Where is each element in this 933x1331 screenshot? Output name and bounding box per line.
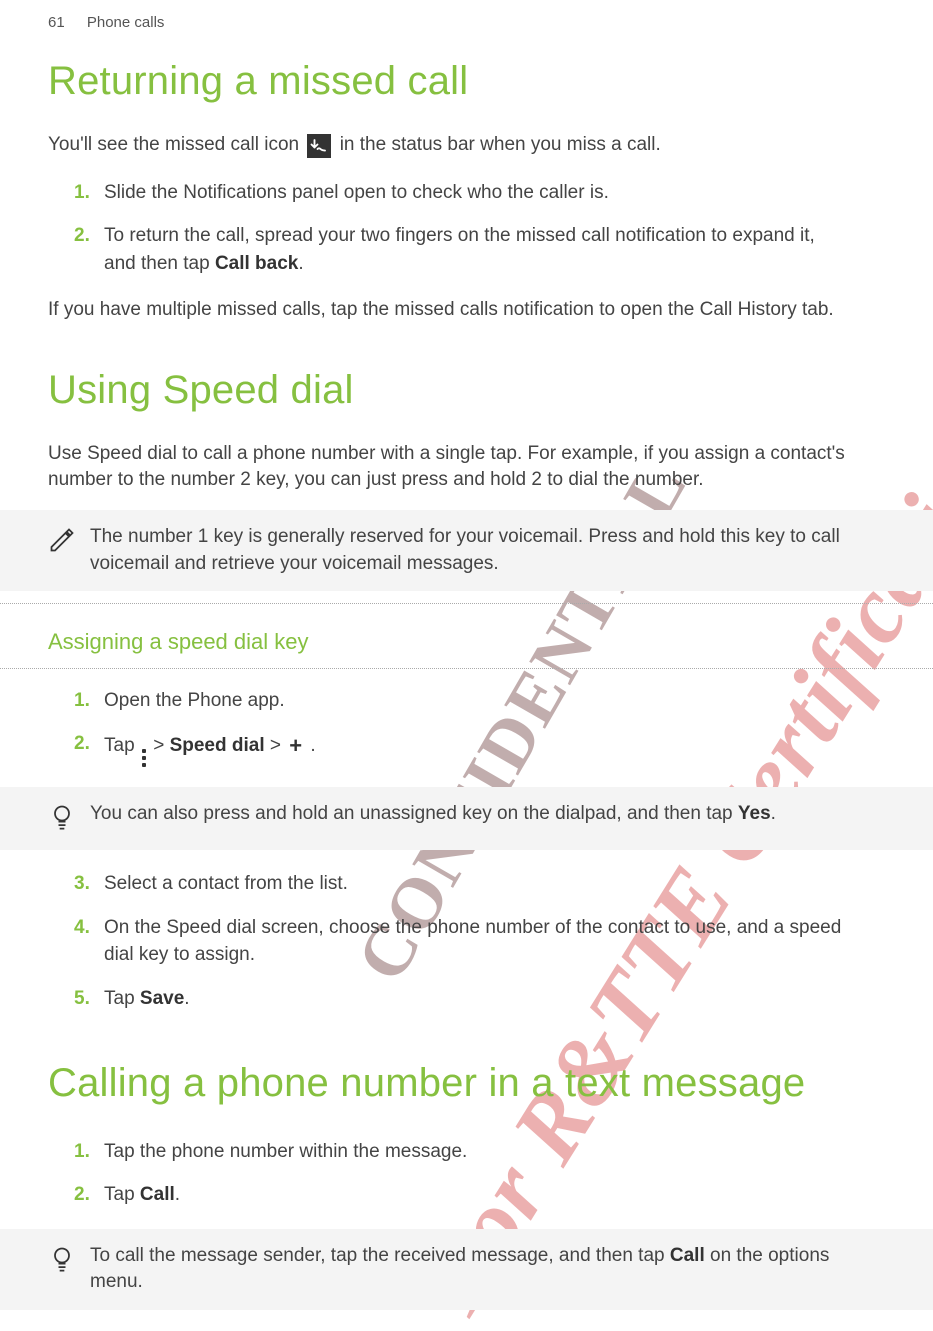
overflow-menu-icon [142, 749, 146, 767]
text-bold: Call [670, 1245, 705, 1266]
text: > [153, 735, 169, 756]
pencil-icon [48, 526, 76, 559]
text: Tap [104, 735, 140, 756]
subhead-assigning-speed-dial: Assigning a speed dial key [0, 603, 933, 669]
step-number: 1. [74, 1138, 104, 1166]
text: To return the call, spread your two fing… [104, 225, 815, 274]
missed-call-outro: If you have multiple missed calls, tap t… [0, 289, 933, 332]
tip-text: You can also press and hold an unassigne… [90, 801, 796, 828]
text-bold: Call back [215, 253, 298, 274]
step-number: 2. [74, 1181, 104, 1209]
note-text: The number 1 key is generally reserved f… [90, 524, 885, 577]
heading-speed-dial: Using Speed dial [0, 332, 933, 433]
speed-dial-steps-b: 3.Select a contact from the list. 4.On t… [0, 858, 933, 1024]
text: Tap [104, 1184, 140, 1205]
text-bold: Speed dial [170, 735, 265, 756]
step-number: 4. [74, 914, 104, 969]
text-bold: Save [140, 988, 184, 1009]
step-number: 2. [74, 730, 104, 767]
list-item: 1.Slide the Notifications panel open to … [0, 171, 885, 215]
step-number: 1. [74, 687, 104, 715]
list-item: 2.To return the call, spread your two fi… [0, 214, 885, 285]
tip-text: To call the message sender, tap the rece… [90, 1243, 885, 1296]
tip-call-sender: To call the message sender, tap the rece… [0, 1229, 933, 1310]
list-item: 4.On the Speed dial screen, choose the p… [0, 906, 885, 977]
text: in the status bar when you miss a call. [340, 134, 661, 155]
step-text: Tap > Speed dial > + . [104, 730, 885, 767]
step-number: 2. [74, 222, 104, 277]
text: You can also press and hold an unassigne… [90, 803, 738, 824]
page-header: 61 Phone calls [0, 0, 933, 39]
heading-call-from-text: Calling a phone number in a text message [0, 1025, 933, 1126]
text: > [270, 735, 286, 756]
text: To call the message sender, tap the rece… [90, 1245, 670, 1266]
plus-icon: + [289, 730, 302, 762]
missed-call-steps: 1.Slide the Notifications panel open to … [0, 167, 933, 290]
step-number: 3. [74, 870, 104, 898]
list-item: 3.Select a contact from the list. [0, 862, 885, 906]
step-text: Slide the Notifications panel open to ch… [104, 179, 885, 207]
step-text: Tap the phone number within the message. [104, 1138, 885, 1166]
list-item: 2.Tap Call. [0, 1173, 885, 1217]
step-number: 1. [74, 179, 104, 207]
step-text: To return the call, spread your two fing… [104, 222, 885, 277]
text-bold: Call [140, 1184, 175, 1205]
lightbulb-icon [48, 1245, 76, 1278]
step-text: On the Speed dial screen, choose the pho… [104, 914, 885, 969]
heading-returning-missed-call: Returning a missed call [0, 39, 933, 124]
step-text: Open the Phone app. [104, 687, 885, 715]
missed-call-intro: You'll see the missed call icon in the s… [0, 124, 933, 167]
missed-call-icon [307, 134, 331, 158]
text-call-steps: 1.Tap the phone number within the messag… [0, 1126, 933, 1221]
section-name: Phone calls [87, 14, 165, 31]
list-item: 5.Tap Save. [0, 977, 885, 1021]
text: Tap [104, 988, 140, 1009]
step-text: Tap Save. [104, 985, 885, 1013]
step-text: Select a contact from the list. [104, 870, 885, 898]
text-bold: Yes [738, 803, 771, 824]
list-item: 1.Tap the phone number within the messag… [0, 1130, 885, 1174]
note-voicemail: The number 1 key is generally reserved f… [0, 510, 933, 591]
page-content: 61 Phone calls Returning a missed call Y… [0, 0, 933, 1310]
text: You'll see the missed call icon [48, 134, 304, 155]
list-item: 2. Tap > Speed dial > + . [0, 722, 885, 775]
speed-dial-intro: Use Speed dial to call a phone number wi… [0, 433, 933, 502]
page-number: 61 [48, 14, 65, 31]
lightbulb-icon [48, 803, 76, 836]
tip-unassigned-key: You can also press and hold an unassigne… [0, 787, 933, 850]
list-item: 1.Open the Phone app. [0, 679, 885, 723]
speed-dial-steps-a: 1.Open the Phone app. 2. Tap > Speed dia… [0, 675, 933, 780]
step-text: Tap Call. [104, 1181, 885, 1209]
step-number: 5. [74, 985, 104, 1013]
